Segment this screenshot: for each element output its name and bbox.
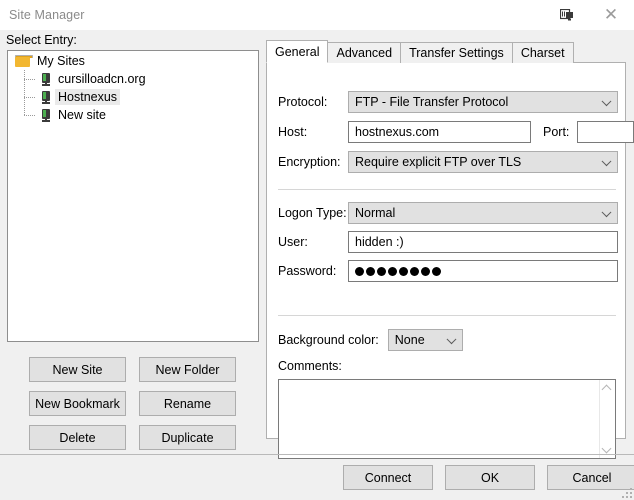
footer-divider bbox=[0, 454, 634, 455]
general-tab-panel: Protocol: FTP - File Transfer Protocol H… bbox=[266, 62, 634, 459]
new-folder-button[interactable]: New Folder bbox=[139, 357, 236, 382]
server-icon bbox=[41, 72, 51, 86]
rename-button[interactable]: Rename bbox=[139, 391, 236, 416]
chevron-down-icon bbox=[446, 334, 457, 345]
footer-buttons: Connect OK Cancel bbox=[343, 465, 634, 490]
password-input[interactable] bbox=[348, 260, 618, 282]
tree-item-label: cursilloadcn.org bbox=[58, 72, 146, 86]
new-bookmark-button[interactable]: New Bookmark bbox=[29, 391, 126, 416]
encryption-row: Encryption: Require explicit FTP over TL… bbox=[278, 151, 618, 173]
tab-advanced[interactable]: Advanced bbox=[327, 42, 402, 63]
tab-charset[interactable]: Charset bbox=[511, 42, 574, 63]
password-label: Password: bbox=[278, 264, 337, 278]
site-action-buttons: New Site New Folder New Bookmark Rename … bbox=[29, 357, 251, 450]
comments-label: Comments: bbox=[278, 359, 342, 373]
comments-scrollbar[interactable] bbox=[599, 380, 615, 458]
duplicate-button[interactable]: Duplicate bbox=[139, 425, 236, 450]
section-divider-1 bbox=[278, 189, 616, 190]
port-label: Port: bbox=[543, 125, 570, 139]
scroll-down-icon[interactable] bbox=[603, 445, 612, 454]
tab-general[interactable]: General bbox=[266, 40, 329, 63]
host-input[interactable]: hostnexus.com bbox=[348, 121, 531, 143]
scroll-up-icon[interactable] bbox=[603, 384, 612, 393]
encryption-select[interactable]: Require explicit FTP over TLS bbox=[348, 151, 618, 173]
comments-label-row: Comments: bbox=[278, 359, 342, 373]
connect-button[interactable]: Connect bbox=[343, 465, 433, 490]
tree-item-label: My Sites bbox=[37, 53, 85, 68]
tab-bar: General Advanced Transfer Settings Chars… bbox=[266, 40, 626, 63]
tree-item-my-sites[interactable]: My Sites bbox=[8, 51, 258, 70]
select-entry-label: Select Entry: bbox=[6, 33, 77, 47]
comments-textarea[interactable] bbox=[278, 379, 616, 459]
title-bar: Site Manager ✕ bbox=[0, 0, 634, 30]
protocol-value: FTP - File Transfer Protocol bbox=[355, 95, 509, 109]
logon-type-row: Logon Type: Normal bbox=[278, 202, 618, 224]
encryption-label: Encryption: bbox=[278, 155, 341, 169]
tree-item-label: New site bbox=[58, 108, 106, 122]
display-icon-svg bbox=[560, 8, 573, 20]
ok-button[interactable]: OK bbox=[445, 465, 535, 490]
background-color-select[interactable]: None bbox=[387, 329, 463, 351]
comments-text[interactable] bbox=[279, 380, 599, 458]
tree-line bbox=[21, 70, 41, 88]
tree-item-label: Hostnexus bbox=[55, 89, 121, 105]
window-title: Site Manager bbox=[9, 8, 85, 22]
site-tree[interactable]: My Sites cursilloadcn.org Hostnexus New … bbox=[7, 50, 259, 342]
user-label: User: bbox=[278, 235, 308, 249]
tree-line bbox=[21, 88, 41, 106]
server-icon bbox=[41, 90, 51, 104]
encryption-value: Require explicit FTP over TLS bbox=[355, 155, 522, 169]
resize-grip[interactable] bbox=[620, 486, 632, 498]
background-color-label: Background color: bbox=[278, 333, 379, 347]
section-divider-2 bbox=[278, 315, 616, 316]
chevron-down-icon bbox=[601, 207, 612, 218]
password-masked-value bbox=[355, 266, 441, 276]
logon-type-select[interactable]: Normal bbox=[348, 202, 618, 224]
host-label: Host: bbox=[278, 125, 308, 139]
new-site-button[interactable]: New Site bbox=[29, 357, 126, 382]
server-icon bbox=[41, 108, 51, 122]
logon-type-value: Normal bbox=[355, 206, 396, 220]
protocol-row: Protocol: FTP - File Transfer Protocol bbox=[278, 91, 618, 113]
tab-transfer-settings[interactable]: Transfer Settings bbox=[400, 42, 513, 63]
protocol-select[interactable]: FTP - File Transfer Protocol bbox=[348, 91, 618, 113]
password-row: Password: bbox=[278, 260, 618, 282]
tree-item-cursilloadcn[interactable]: cursilloadcn.org bbox=[8, 70, 258, 88]
close-glyph: ✕ bbox=[603, 4, 619, 25]
tree-item-new-site[interactable]: New site bbox=[8, 106, 258, 124]
close-icon[interactable]: ✕ bbox=[588, 0, 634, 30]
tree-item-hostnexus[interactable]: Hostnexus bbox=[8, 88, 258, 106]
delete-button[interactable]: Delete bbox=[29, 425, 126, 450]
background-color-row: Background color: None bbox=[278, 329, 463, 351]
tree-line bbox=[21, 106, 41, 124]
chevron-down-icon bbox=[601, 156, 612, 167]
title-bar-icons: ✕ bbox=[546, 0, 634, 30]
user-row: User: hidden :) bbox=[278, 231, 618, 253]
chevron-down-icon bbox=[601, 96, 612, 107]
protocol-label: Protocol: bbox=[278, 95, 328, 109]
background-color-value: None bbox=[394, 333, 425, 347]
port-input[interactable] bbox=[577, 121, 634, 143]
display-icon[interactable] bbox=[546, 0, 588, 30]
user-input[interactable]: hidden :) bbox=[348, 231, 618, 253]
logon-type-label: Logon Type: bbox=[278, 206, 347, 220]
host-row: Host: hostnexus.com Port: bbox=[278, 121, 634, 143]
folder-icon bbox=[15, 54, 33, 67]
settings-panel: General Advanced Transfer Settings Chars… bbox=[266, 40, 634, 459]
